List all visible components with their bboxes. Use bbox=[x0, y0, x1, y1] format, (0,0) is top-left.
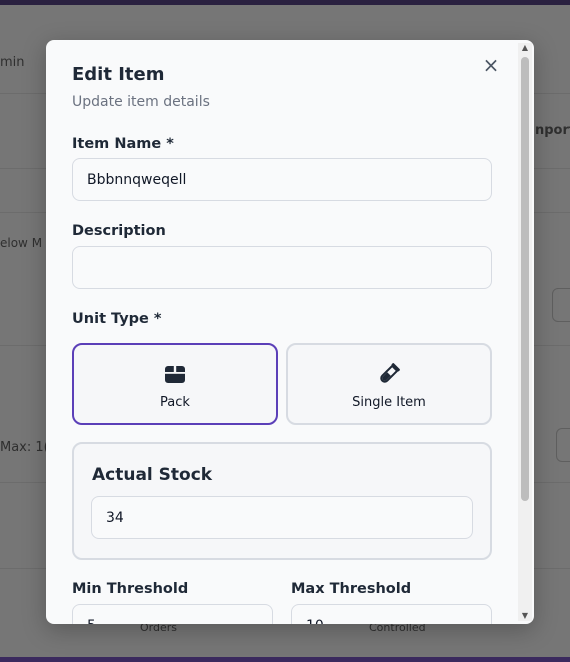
row-text-fragment: elow M bbox=[0, 236, 43, 250]
item-name-label: Item Name * bbox=[72, 136, 174, 152]
actual-stock-input[interactable] bbox=[91, 496, 473, 539]
unit-option-pack[interactable]: Pack bbox=[72, 343, 278, 425]
row-action-button[interactable] bbox=[556, 428, 570, 462]
close-button[interactable]: × bbox=[482, 54, 500, 76]
header-text-fragment: min bbox=[0, 55, 25, 70]
vial-icon bbox=[380, 363, 400, 383]
header-column-fragment: nport bbox=[535, 123, 570, 138]
unit-option-label: Pack bbox=[160, 395, 190, 410]
actual-stock-section: Actual Stock bbox=[72, 442, 492, 560]
row-action-button[interactable] bbox=[552, 288, 570, 322]
max-threshold-label: Max Threshold bbox=[291, 581, 412, 597]
scroll-up-arrow-icon[interactable]: ▲ bbox=[518, 43, 532, 53]
dialog-scrollbar[interactable]: ▲ ▼ bbox=[518, 43, 532, 621]
description-label: Description bbox=[72, 223, 166, 239]
min-threshold-input[interactable] bbox=[72, 604, 273, 624]
max-threshold-input[interactable] bbox=[291, 604, 492, 624]
unit-type-label: Unit Type * bbox=[72, 311, 162, 327]
actual-stock-title: Actual Stock bbox=[92, 465, 213, 485]
description-input[interactable] bbox=[72, 246, 492, 289]
dialog-subtitle: Update item details bbox=[72, 94, 210, 110]
min-threshold-label: Min Threshold bbox=[72, 581, 189, 597]
dialog-title: Edit Item bbox=[72, 64, 165, 85]
scroll-thumb[interactable] bbox=[521, 57, 529, 501]
box-icon bbox=[165, 366, 185, 383]
item-name-input[interactable] bbox=[72, 158, 492, 201]
close-icon: × bbox=[482, 53, 500, 77]
unit-option-label: Single Item bbox=[352, 395, 426, 410]
top-bar bbox=[0, 0, 570, 5]
row-text-fragment: Max: 1( bbox=[0, 440, 49, 455]
scroll-down-arrow-icon[interactable]: ▼ bbox=[518, 611, 532, 621]
unit-option-single-item[interactable]: Single Item bbox=[286, 343, 492, 425]
edit-item-dialog: × Edit Item Update item details Item Nam… bbox=[46, 40, 534, 624]
bottom-bar bbox=[0, 657, 570, 662]
